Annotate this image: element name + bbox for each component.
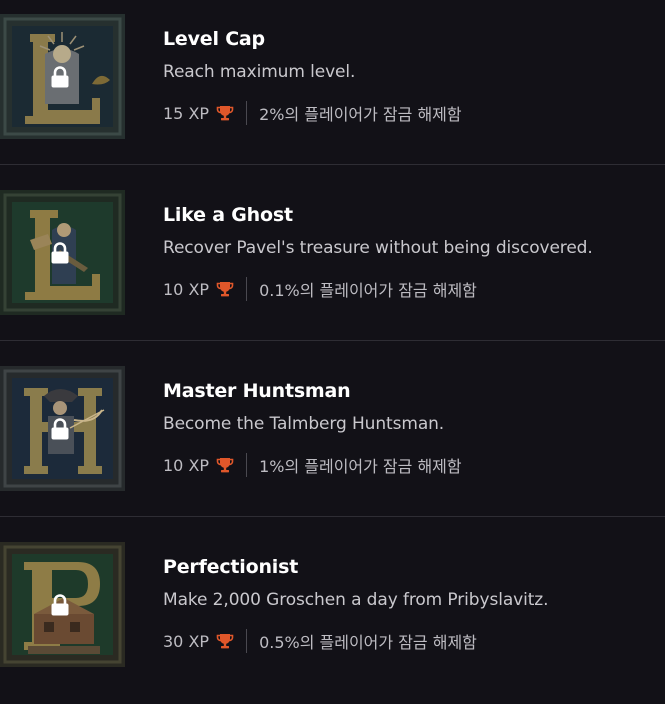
achievement-meta: 10 XP 1%의 플레이어가 잠금 해제함 [163, 452, 462, 478]
achievement-meta: 10 XP 0.1%의 플레이어가 잠금 해제함 [163, 276, 477, 302]
achievement-title: Level Cap [163, 28, 265, 50]
achievement-image [0, 542, 125, 667]
achievement-image [0, 366, 125, 491]
trophy-icon [216, 106, 234, 121]
meta-divider [246, 453, 248, 477]
row-divider [0, 164, 665, 165]
xp-value: 15 XP [163, 103, 210, 123]
achievement-item[interactable]: Master Huntsman Become the Talmberg Hunt… [0, 352, 665, 528]
achievement-item[interactable]: Level Cap Reach maximum level. 15 XP 2%의… [0, 0, 665, 176]
achievement-title: Perfectionist [163, 556, 299, 578]
achievement-title: Master Huntsman [163, 380, 351, 402]
lock-icon [51, 66, 69, 88]
achievement-image [0, 14, 125, 139]
meta-divider [246, 101, 248, 125]
trophy-icon [216, 282, 234, 297]
unlock-rate: 2%의 플레이어가 잠금 해제함 [259, 105, 462, 124]
trophy-icon [216, 634, 234, 649]
trophy-icon [216, 458, 234, 473]
unlock-rate: 1%의 플레이어가 잠금 해제함 [259, 457, 462, 476]
lock-icon [51, 242, 69, 264]
achievement-title: Like a Ghost [163, 204, 293, 226]
meta-divider [246, 629, 248, 653]
row-divider [0, 340, 665, 341]
unlock-rate: 0.5%의 플레이어가 잠금 해제함 [259, 633, 477, 652]
achievement-meta: 15 XP 2%의 플레이어가 잠금 해제함 [163, 100, 462, 126]
achievement-image [0, 190, 125, 315]
lock-icon [51, 594, 69, 616]
xp-value: 10 XP [163, 455, 210, 475]
row-divider [0, 516, 665, 517]
achievement-description: Make 2,000 Groschen a day from Pribyslav… [163, 590, 549, 610]
xp-value: 30 XP [163, 631, 210, 651]
xp-value: 10 XP [163, 279, 210, 299]
achievement-item[interactable]: Like a Ghost Recover Pavel's treasure wi… [0, 176, 665, 352]
achievement-list: Level Cap Reach maximum level. 15 XP 2%의… [0, 0, 665, 667]
meta-divider [246, 277, 248, 301]
achievement-meta: 30 XP 0.5%의 플레이어가 잠금 해제함 [163, 628, 477, 654]
achievement-item[interactable]: Perfectionist Make 2,000 Groschen a day … [0, 528, 665, 704]
achievement-description: Recover Pavel's treasure without being d… [163, 238, 593, 258]
lock-icon [51, 418, 69, 440]
unlock-rate: 0.1%의 플레이어가 잠금 해제함 [259, 281, 477, 300]
achievement-description: Become the Talmberg Huntsman. [163, 414, 445, 434]
achievement-description: Reach maximum level. [163, 62, 356, 82]
